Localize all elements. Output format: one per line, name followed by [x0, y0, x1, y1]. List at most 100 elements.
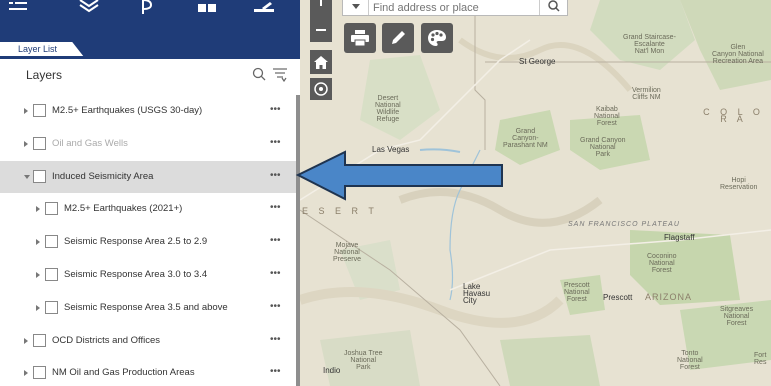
- layer-label: M2.5+ Earthquakes (2021+): [64, 203, 183, 215]
- layer-row[interactable]: M2.5+ Earthquakes (2021+) •••: [0, 193, 296, 225]
- search-icon[interactable]: [252, 67, 266, 81]
- scrollbar[interactable]: [296, 95, 300, 386]
- more-options-icon[interactable]: •••: [270, 137, 281, 148]
- home-icon: [314, 55, 328, 69]
- edit-icon: [254, 2, 274, 12]
- caret-right-icon[interactable]: [24, 140, 28, 147]
- basemap-gallery-widget-button[interactable]: [196, 0, 218, 22]
- search-button[interactable]: [539, 0, 567, 15]
- list-icon: [9, 2, 27, 10]
- draw-button[interactable]: [382, 23, 414, 53]
- layer-visibility-checkbox[interactable]: [45, 300, 58, 314]
- pencil-icon: [392, 31, 405, 44]
- layer-visibility-checkbox[interactable]: [33, 169, 46, 183]
- caret-right-icon[interactable]: [36, 304, 40, 311]
- search-input[interactable]: [373, 0, 533, 15]
- layer-visibility-checkbox[interactable]: [45, 235, 58, 249]
- map-label-colorado: C O L O R A: [703, 107, 764, 124]
- layer-label: M2.5+ Earthquakes (USGS 30-day): [52, 105, 203, 116]
- locate-icon: [314, 82, 328, 96]
- caret-right-icon[interactable]: [36, 206, 40, 213]
- map-label-prescott-nf: Prescott National Forest: [564, 282, 590, 303]
- caret-right-icon[interactable]: [24, 337, 28, 344]
- map-label-hopi: Hopi Reservation: [720, 177, 758, 191]
- caret-right-icon[interactable]: [36, 239, 40, 246]
- layer-row[interactable]: NM Oil and Gas Production Areas •••: [0, 357, 296, 386]
- map-label-st-george: St George: [519, 57, 556, 66]
- map-label-flagstaff: Flagstaff: [664, 233, 695, 242]
- layer-row[interactable]: M2.5+ Earthquakes (USGS 30-day) •••: [0, 95, 296, 127]
- layer-visibility-checkbox[interactable]: [33, 333, 46, 347]
- map-label-desert: E S E R T: [302, 206, 378, 216]
- locate-button[interactable]: [310, 78, 332, 100]
- layer-row[interactable]: Seismic Response Area 3.0 to 3.4 •••: [0, 259, 296, 291]
- grid-icon: [198, 4, 216, 12]
- more-options-icon[interactable]: •••: [270, 301, 281, 312]
- map-label-prescott: Prescott: [603, 293, 633, 302]
- map-label-coconino: Coconino National Forest: [647, 253, 677, 274]
- layer-row[interactable]: Oil and Gas Wells •••: [0, 128, 296, 160]
- layer-list-widget-button[interactable]: [6, 0, 30, 22]
- map-label-lake-havasu: Lake Havasu City: [463, 282, 491, 305]
- map-label-indio: Indio: [323, 366, 341, 375]
- map-label-desert-refuge: Desert National Wildlife Refuge: [375, 95, 401, 123]
- layer-visibility-checkbox[interactable]: [33, 366, 46, 380]
- tab-layer-list[interactable]: Layer List: [0, 42, 84, 57]
- zoom-in-button[interactable]: [320, 0, 322, 6]
- more-options-icon[interactable]: •••: [270, 104, 281, 115]
- map-label-tonto: Tonto National Forest: [677, 350, 703, 371]
- layer-visibility-checkbox[interactable]: [33, 136, 46, 150]
- tab-layer-list-label: Layer List: [18, 44, 58, 54]
- caret-right-icon[interactable]: [24, 370, 28, 377]
- print-button[interactable]: [344, 23, 376, 53]
- home-button[interactable]: [310, 50, 332, 74]
- pin-icon: [142, 0, 153, 14]
- more-options-icon[interactable]: •••: [270, 334, 281, 345]
- layer-visibility-checkbox[interactable]: [33, 104, 46, 117]
- layer-visibility-checkbox[interactable]: [45, 268, 58, 281]
- zoom-controls: [310, 0, 332, 42]
- more-options-icon[interactable]: •••: [270, 235, 281, 246]
- layer-row[interactable]: OCD Districts and Offices •••: [0, 325, 296, 357]
- map-label-glen-canyon: Glen Canyon National Recreation Area: [712, 44, 764, 65]
- caret-right-icon[interactable]: [36, 272, 40, 278]
- layer-label: NM Oil and Gas Production Areas: [52, 367, 195, 379]
- layers-icon: [79, 0, 99, 13]
- map-label-parashant: Grand Canyon- Parashant NM: [503, 128, 548, 149]
- map-label-vermilion: Vermilion Cliffs NM: [632, 87, 661, 101]
- map-label-fort: Fort Res: [754, 352, 767, 366]
- caret-down-icon[interactable]: [24, 174, 30, 179]
- map-view[interactable]: St George Grand Staircase- Escalante Nat…: [300, 0, 771, 386]
- panel-title: Layers: [26, 68, 63, 82]
- layer-label: Induced Seismicity Area: [52, 170, 154, 182]
- layer-label: Oil and Gas Wells: [52, 137, 128, 149]
- caret-right-icon[interactable]: [24, 108, 28, 114]
- layer-row[interactable]: Induced Seismicity Area •••: [0, 160, 296, 193]
- map-label-joshua-tree: Joshua Tree National Park: [344, 350, 383, 371]
- basemap-button[interactable]: [421, 23, 453, 53]
- map-label-mojave: Mojave National Preserve: [333, 242, 362, 263]
- more-options-icon[interactable]: •••: [270, 202, 281, 213]
- layer-visibility-checkbox[interactable]: [45, 202, 58, 216]
- search-icon: [548, 0, 560, 12]
- more-options-icon[interactable]: •••: [270, 268, 281, 279]
- palette-icon: [428, 30, 446, 46]
- widget-header-bar: [0, 0, 300, 42]
- layer-row[interactable]: Seismic Response Area 2.5 to 2.9 •••: [0, 226, 296, 258]
- layer-label: Seismic Response Area 3.5 and above: [64, 301, 228, 313]
- layer-list-panel: Layer List Layers M2.5+ Earthquakes (USG…: [0, 0, 300, 386]
- more-options-icon[interactable]: •••: [270, 170, 281, 181]
- print-icon: [351, 30, 369, 46]
- more-options-icon[interactable]: •••: [270, 366, 281, 377]
- filter-icon[interactable]: [272, 68, 288, 82]
- search-source-dropdown[interactable]: [343, 0, 369, 15]
- map-label-grand-canyon-np: Grand Canyon National Park: [580, 137, 626, 158]
- layer-label: Seismic Response Area 3.0 to 3.4: [64, 269, 208, 280]
- layer-row[interactable]: Seismic Response Area 3.5 and above •••: [0, 292, 296, 324]
- legend-widget-button[interactable]: [136, 0, 156, 22]
- layers-widget-button[interactable]: [76, 0, 102, 22]
- map-label-kaibab: Kaibab National Forest: [594, 106, 620, 127]
- chevron-down-icon: [352, 4, 360, 9]
- edit-widget-button[interactable]: [252, 0, 276, 22]
- zoom-out-button[interactable]: [316, 29, 326, 31]
